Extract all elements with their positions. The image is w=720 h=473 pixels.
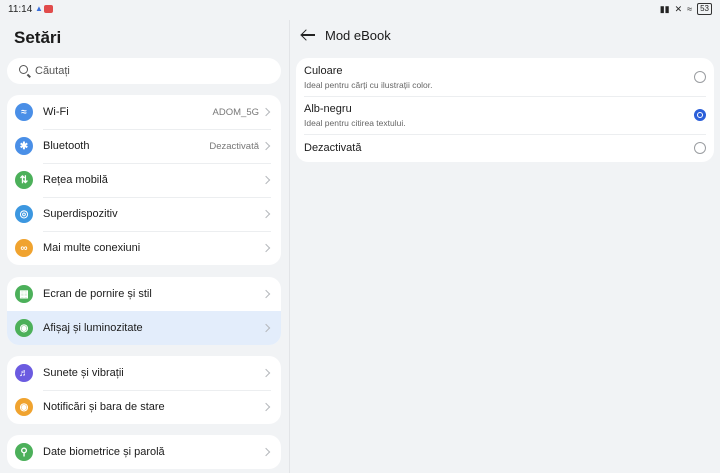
sidebar-item-value: Dezactivată [209,140,259,152]
chevron-right-icon [261,447,271,457]
sidebar-item-notifications[interactable]: ◉ Notificări și bara de stare [7,390,281,424]
sidebar-item-label: Ecran de pornire și stil [43,288,152,300]
sidebar-item-label: Bluetooth [43,140,90,152]
sidebar-item-label: Afișaj și luminozitate [43,322,143,334]
mobile-network-icon: ⇅ [15,171,33,189]
battery-icon: 53 [697,3,712,15]
chevron-right-icon [261,289,271,299]
sidebar-item-superdevice[interactable]: ◎ Superdispozitiv [7,197,281,231]
sidebar-item-value: ADOM_5G [212,106,259,118]
detail-title: Mod eBook [325,27,391,43]
radio-button[interactable] [694,71,706,83]
option-black-white[interactable]: Alb-negru Ideal pentru citirea textului. [296,96,714,134]
ebook-mode-options: Culoare Ideal pentru cărți cu ilustrații… [296,58,714,162]
page-title: Setări [14,28,62,47]
sidebar-item-wifi[interactable]: ≈ Wi-Fi ADOM_5G [7,95,281,129]
chevron-right-icon [261,141,271,151]
settings-group-display: ▦ Ecran de pornire și stil ◉ Afișaj și l… [7,277,281,345]
settings-group-security: ⚲ Date biometrice și parolă [7,435,281,469]
search-input[interactable]: Căutați [7,58,281,84]
option-subtitle: Ideal pentru citirea textului. [304,117,406,128]
chevron-right-icon [261,323,271,333]
chevron-right-icon [261,175,271,185]
chevron-right-icon [261,209,271,219]
sidebar-item-biometrics[interactable]: ⚲ Date biometrice și parolă [7,435,281,469]
mute-icon: ✕ [674,3,683,14]
key-icon: ⚲ [15,443,33,461]
sidebar-item-label: Sunete și vibrații [43,367,124,379]
bell-icon: ◉ [15,398,33,416]
sidebar-item-label: Rețea mobilă [43,174,108,186]
chevron-right-icon [261,402,271,412]
sidebar-item-label: Superdispozitiv [43,208,118,220]
back-arrow-icon[interactable] [300,27,316,43]
superdevice-icon: ◎ [15,205,33,223]
chevron-right-icon [261,107,271,117]
sidebar-item-label: Mai multe conexiuni [43,242,141,254]
wallpaper-icon: ▦ [15,285,33,303]
radio-button-selected[interactable] [694,109,706,121]
sidebar-item-label: Date biometrice și parolă [43,446,165,458]
bluetooth-icon: ✱ [15,137,33,155]
link-icon: ∞ [15,239,33,257]
settings-group-connections: ≈ Wi-Fi ADOM_5G ✱ Bluetooth Dezactivată … [7,95,281,265]
sidebar-item-label: Notificări și bara de stare [43,401,165,413]
sidebar-item-label: Wi-Fi [43,106,69,118]
notification-icon: ▲ [35,4,43,13]
app-notification-icon [44,5,53,13]
sidebar-item-sounds[interactable]: ♬ Sunete și vibrații [7,356,281,390]
option-subtitle: Ideal pentru cărți cu ilustrații color. [304,79,433,90]
sidebar-item-more-connections[interactable]: ∞ Mai multe conexiuni [7,231,281,265]
chevron-right-icon [261,368,271,378]
status-icons: ▮▮ ✕ ≈ 53 [660,3,712,15]
option-title: Dezactivată [304,142,362,154]
sidebar-item-bluetooth[interactable]: ✱ Bluetooth Dezactivată [7,129,281,163]
sidebar-item-mobile-network[interactable]: ⇅ Rețea mobilă [7,163,281,197]
sidebar-item-display[interactable]: ◉ Afișaj și luminozitate [7,311,281,345]
ebook-mode-icon: ▮▮ [659,3,670,14]
sound-icon: ♬ [15,364,33,382]
search-placeholder: Căutați [35,65,70,77]
settings-sidebar: Setări Căutați ≈ Wi-Fi ADOM_5G ✱ Bluetoo… [0,20,289,473]
sidebar-item-home-screen[interactable]: ▦ Ecran de pornire și stil [7,277,281,311]
settings-group-sound: ♬ Sunete și vibrații ◉ Notificări și bar… [7,356,281,424]
option-title: Culoare [304,64,343,77]
option-title: Alb-negru [304,102,352,115]
eye-icon: ◉ [15,319,33,337]
status-bar: 11:14 ▲ ▮▮ ✕ ≈ 53 [0,0,720,20]
option-disabled[interactable]: Dezactivată [296,134,714,162]
radio-button[interactable] [694,142,706,154]
wifi-icon: ≈ [15,103,33,121]
status-time: 11:14 [8,4,33,15]
option-color[interactable]: Culoare Ideal pentru cărți cu ilustrații… [296,58,714,96]
wifi-status-icon: ≈ [687,4,693,14]
search-icon [19,65,28,74]
pane-divider [289,20,290,473]
detail-header: Mod eBook [300,27,391,43]
chevron-right-icon [261,243,271,253]
